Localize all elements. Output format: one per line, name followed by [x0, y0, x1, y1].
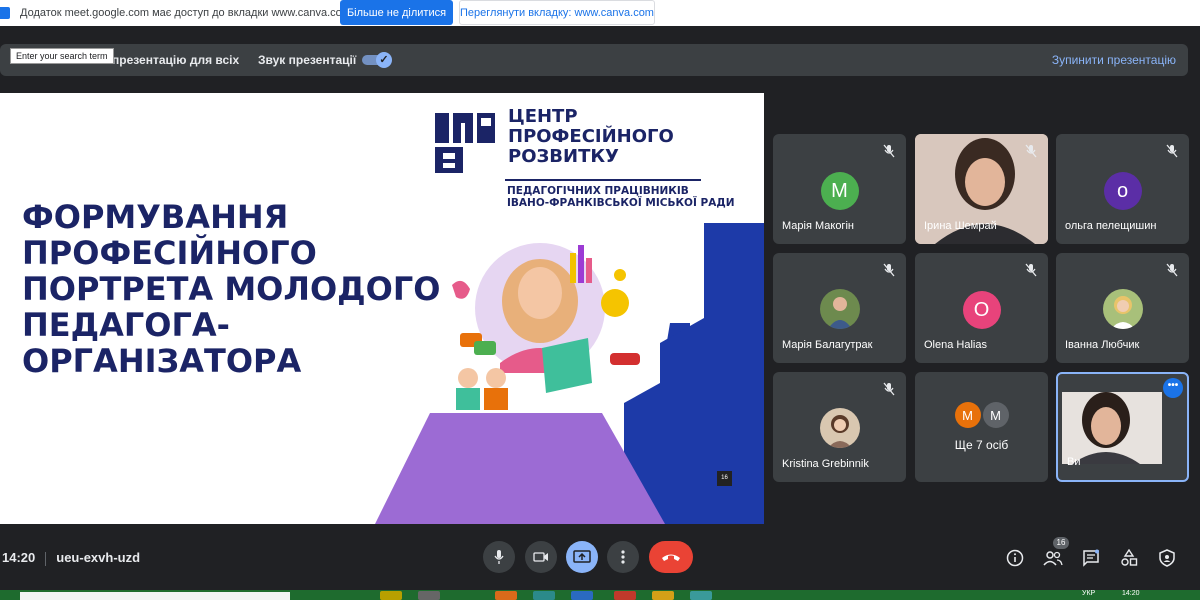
cpr-logo-icon [435, 113, 495, 173]
more-participants-label: Ще 7 осіб [954, 438, 1009, 452]
people-icon [1043, 551, 1063, 566]
participant-tile[interactable]: Марія Балагутрак [773, 253, 906, 363]
meeting-time: 14:20 [2, 550, 36, 565]
chat-icon [1083, 549, 1099, 567]
participant-name: Ірина Шемрай [924, 220, 997, 232]
divider [45, 551, 47, 566]
taskbar-app-icon[interactable] [690, 591, 712, 600]
presentation-control-bar: презентацію для всіх Звук презентації ✓ … [0, 44, 1188, 76]
more-participants-tile[interactable]: M M Ще 7 осіб [915, 372, 1048, 482]
avatar: M [982, 402, 1009, 428]
participant-tile[interactable]: O Olena Halias [915, 253, 1048, 363]
more-options-icon[interactable]: ••• [1163, 378, 1183, 398]
present-screen-button[interactable] [566, 541, 598, 573]
avatar: M [954, 402, 981, 428]
share-tab-icon [0, 7, 10, 19]
logo-title: ЦЕНТР ПРОФЕСІЙНОГО РОЗВИТКУ [508, 107, 674, 167]
presentation-sound-label: Звук презентації [258, 53, 357, 67]
info-icon [1006, 549, 1024, 567]
taskbar-app-icon[interactable] [533, 591, 555, 600]
view-tab-button[interactable]: Переглянути вкладку: www.canva.com [459, 0, 655, 25]
more-options-button[interactable] [607, 541, 639, 573]
microphone-icon [494, 550, 504, 564]
present-for-all-label[interactable]: презентацію для всіх [112, 53, 239, 67]
mic-off-icon [1025, 263, 1037, 277]
taskbar-search[interactable] [20, 592, 290, 600]
presentation-slide: ЦЕНТР ПРОФЕСІЙНОГО РОЗВИТКУ ПЕДАГОГІЧНИХ… [0, 93, 764, 524]
windows-taskbar: УКР 14:20 [0, 590, 1200, 600]
logo-line: ЦЕНТР [508, 106, 578, 127]
logo-line: РОЗВИТКУ [508, 146, 619, 167]
taskbar-app-icon[interactable] [571, 591, 593, 600]
shield-icon [1159, 549, 1175, 567]
logo-sub-line: ПЕДАГОГІЧНИХ ПРАЦІВНИКІВ [507, 185, 689, 197]
avatar [819, 289, 860, 329]
meeting-code[interactable]: ueu-exvh-uzd [56, 550, 140, 565]
participant-count-badge: 16 [1053, 537, 1069, 549]
present-screen-icon [573, 550, 591, 563]
stop-sharing-button[interactable]: Більше не ділитися [340, 0, 453, 25]
participant-tile[interactable]: о ольга пелещишин [1056, 134, 1189, 244]
participant-name: Kristina Grebinnik [782, 458, 869, 470]
self-video [1062, 392, 1162, 464]
more-avatars: M M [915, 402, 1048, 428]
host-controls-button[interactable] [1157, 548, 1177, 568]
taskbar-app-icon[interactable] [652, 591, 674, 600]
taskbar-clock[interactable]: 14:20 [1122, 590, 1140, 597]
taskbar-app-icon[interactable] [614, 591, 636, 600]
activities-icon [1121, 549, 1138, 566]
more-vert-icon [621, 550, 625, 564]
avatar: O [962, 291, 1001, 329]
taskbar-app-icon[interactable] [495, 591, 517, 600]
meeting-info: 14:20 ueu-exvh-uzd [2, 550, 140, 566]
self-tile[interactable]: ••• Ви [1056, 372, 1189, 482]
check-icon: ✓ [376, 52, 392, 68]
search-tooltip: Enter your search term [10, 48, 114, 64]
logo-subtitle: ПЕДАГОГІЧНИХ ПРАЦІВНИКІВ ІВАНО-ФРАНКІВСЬ… [507, 185, 735, 209]
microphone-button[interactable] [483, 541, 515, 573]
camera-icon [533, 552, 548, 562]
mic-off-icon [883, 382, 895, 396]
mic-off-icon [883, 263, 895, 277]
participant-name: Ви [1067, 456, 1081, 468]
camera-button[interactable] [525, 541, 557, 573]
participant-tile[interactable]: Іванна Любчик [1056, 253, 1189, 363]
participants-button[interactable] [1043, 548, 1063, 568]
logo-divider [505, 179, 701, 181]
share-message: Додаток meet.google.com має доступ до вк… [20, 7, 351, 19]
hang-up-icon [662, 554, 680, 561]
participant-tile[interactable]: Kristina Grebinnik [773, 372, 906, 482]
keyboard-language[interactable]: УКР [1082, 590, 1095, 597]
presentation-sound-toggle[interactable]: ✓ [362, 52, 392, 68]
participant-name: Olena Halias [924, 339, 987, 351]
participant-tile[interactable]: М Марія Макогін [773, 134, 906, 244]
mic-off-icon [1166, 144, 1178, 158]
participant-tile[interactable]: Ірина Шемрай [915, 134, 1048, 244]
avatar [1102, 289, 1143, 329]
activities-button[interactable] [1119, 548, 1139, 568]
logo-sub-line: ІВАНО-ФРАНКІВСЬКОЇ МІСЬКОЇ РАДИ [507, 197, 735, 209]
share-notification-bar: Додаток meet.google.com має доступ до вк… [0, 0, 1200, 26]
mic-off-icon [1166, 263, 1178, 277]
avatar [819, 408, 860, 448]
leave-call-button[interactable] [649, 541, 693, 573]
mic-off-icon [1025, 144, 1037, 158]
meeting-details-button[interactable] [1005, 548, 1025, 568]
taskbar-app-icon[interactable] [418, 591, 440, 600]
taskbar-app-icon[interactable] [380, 591, 402, 600]
chat-button[interactable] [1081, 548, 1101, 568]
participant-name: Марія Балагутрак [782, 339, 873, 351]
avatar: М [820, 172, 859, 210]
logo-line: ПРОФЕСІЙНОГО [508, 126, 674, 147]
participant-name: Іванна Любчик [1065, 339, 1140, 351]
participant-name: Марія Макогін [782, 220, 854, 232]
slide-page-number: 16 [717, 471, 732, 486]
mic-off-icon [883, 144, 895, 158]
teacher-illustration [375, 223, 764, 524]
avatar: о [1103, 172, 1142, 210]
stop-presentation-button[interactable]: Зупинити презентацію [1052, 53, 1176, 67]
participant-name: ольга пелещишин [1065, 220, 1157, 232]
